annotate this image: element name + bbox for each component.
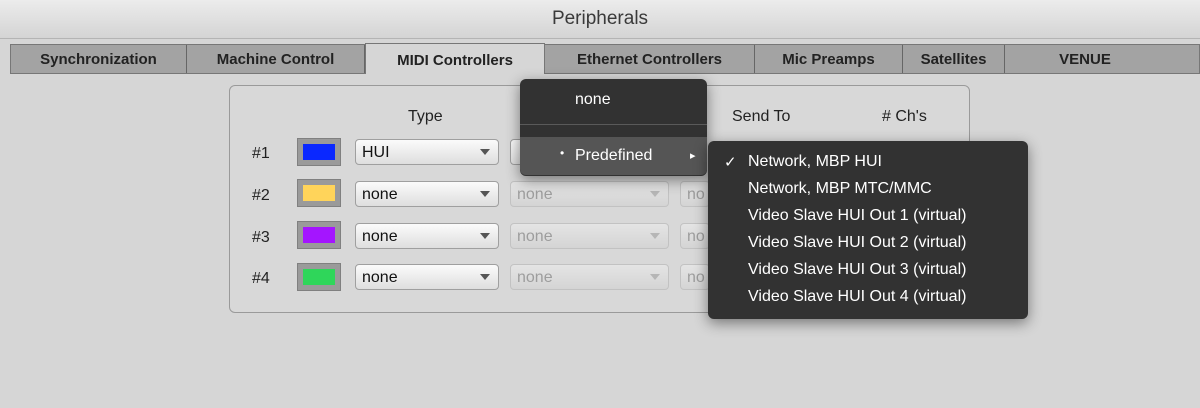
submenu-item[interactable]: Network, MBP MTC/MMC — [748, 180, 932, 198]
send-to-value: no — [687, 228, 705, 245]
submenu-item[interactable]: Video Slave HUI Out 3 (virtual) — [748, 261, 966, 279]
send-to-select: no — [680, 223, 710, 249]
column-header-type: Type — [408, 108, 443, 125]
receive-from-select: none — [510, 264, 669, 290]
type-select-value: none — [362, 269, 398, 286]
window-title: Peripherals — [551, 8, 649, 29]
row-label: #1 — [252, 145, 270, 162]
column-header-send-to: Send To — [732, 108, 791, 125]
type-select-value: HUI — [362, 144, 390, 161]
receive-from-select: none — [510, 223, 669, 249]
row-label: #4 — [252, 270, 270, 287]
type-select[interactable]: none — [355, 264, 499, 290]
menu-separator — [520, 124, 707, 125]
chevron-down-icon — [480, 191, 490, 197]
row-label: #2 — [252, 187, 270, 204]
swatch-fill — [303, 144, 335, 160]
type-select-value: none — [362, 228, 398, 245]
chevron-down-icon — [650, 274, 660, 280]
type-select[interactable]: none — [355, 181, 499, 207]
submenu-arrow-icon: ▸ — [690, 150, 696, 162]
receive-from-popup-menu: none • Predefined ▸ — [520, 79, 707, 176]
submenu-item[interactable]: Video Slave HUI Out 2 (virtual) — [748, 234, 966, 252]
type-select[interactable]: none — [355, 223, 499, 249]
color-swatch[interactable] — [297, 221, 341, 249]
receive-from-value: none — [517, 228, 553, 245]
swatch-fill — [303, 185, 335, 201]
tab-strip: Synchronization Machine Control MIDI Con… — [10, 43, 1200, 74]
tab-midi-controllers[interactable]: MIDI Controllers — [365, 43, 545, 74]
swatch-fill — [303, 269, 335, 285]
chevron-down-icon — [480, 149, 490, 155]
tab-mic-preamps[interactable]: Mic Preamps — [755, 45, 903, 73]
column-header-channels: # Ch's — [882, 108, 927, 125]
menu-item-predefined[interactable]: • Predefined ▸ — [520, 137, 707, 175]
tab-satellites[interactable]: Satellites — [903, 45, 1005, 73]
menu-item-predefined-label: Predefined — [575, 147, 653, 164]
swatch-fill — [303, 227, 335, 243]
receive-from-select: none — [510, 181, 669, 207]
menu-item-none[interactable]: none — [575, 91, 611, 109]
chevron-down-icon — [480, 274, 490, 280]
window-titlebar: Peripherals — [0, 0, 1200, 39]
tab-machine-control[interactable]: Machine Control — [187, 45, 365, 73]
tab-ethernet-controllers[interactable]: Ethernet Controllers — [545, 45, 755, 73]
checkmark-icon: ✓ — [724, 154, 737, 171]
send-to-value: no — [687, 269, 705, 286]
color-swatch[interactable] — [297, 179, 341, 207]
chevron-down-icon — [650, 233, 660, 239]
submenu-item[interactable]: Network, MBP HUI — [748, 153, 882, 171]
predefined-submenu: ✓ Network, MBP HUI Network, MBP MTC/MMC … — [708, 141, 1028, 319]
send-to-value: no — [687, 186, 705, 203]
chevron-down-icon — [480, 233, 490, 239]
row-label: #3 — [252, 229, 270, 246]
receive-from-value: none — [517, 269, 553, 286]
type-select[interactable]: HUI — [355, 139, 499, 165]
tab-synchronization[interactable]: Synchronization — [11, 45, 187, 73]
bullet-icon: • — [560, 146, 565, 160]
send-to-select: no — [680, 264, 710, 290]
receive-from-value: none — [517, 186, 553, 203]
submenu-item[interactable]: Video Slave HUI Out 4 (virtual) — [748, 288, 966, 306]
send-to-select: no — [680, 181, 710, 207]
chevron-down-icon — [650, 191, 660, 197]
color-swatch[interactable] — [297, 138, 341, 166]
color-swatch[interactable] — [297, 263, 341, 291]
type-select-value: none — [362, 186, 398, 203]
submenu-item[interactable]: Video Slave HUI Out 1 (virtual) — [748, 207, 966, 225]
tab-venue[interactable]: VENUE — [1005, 45, 1165, 73]
